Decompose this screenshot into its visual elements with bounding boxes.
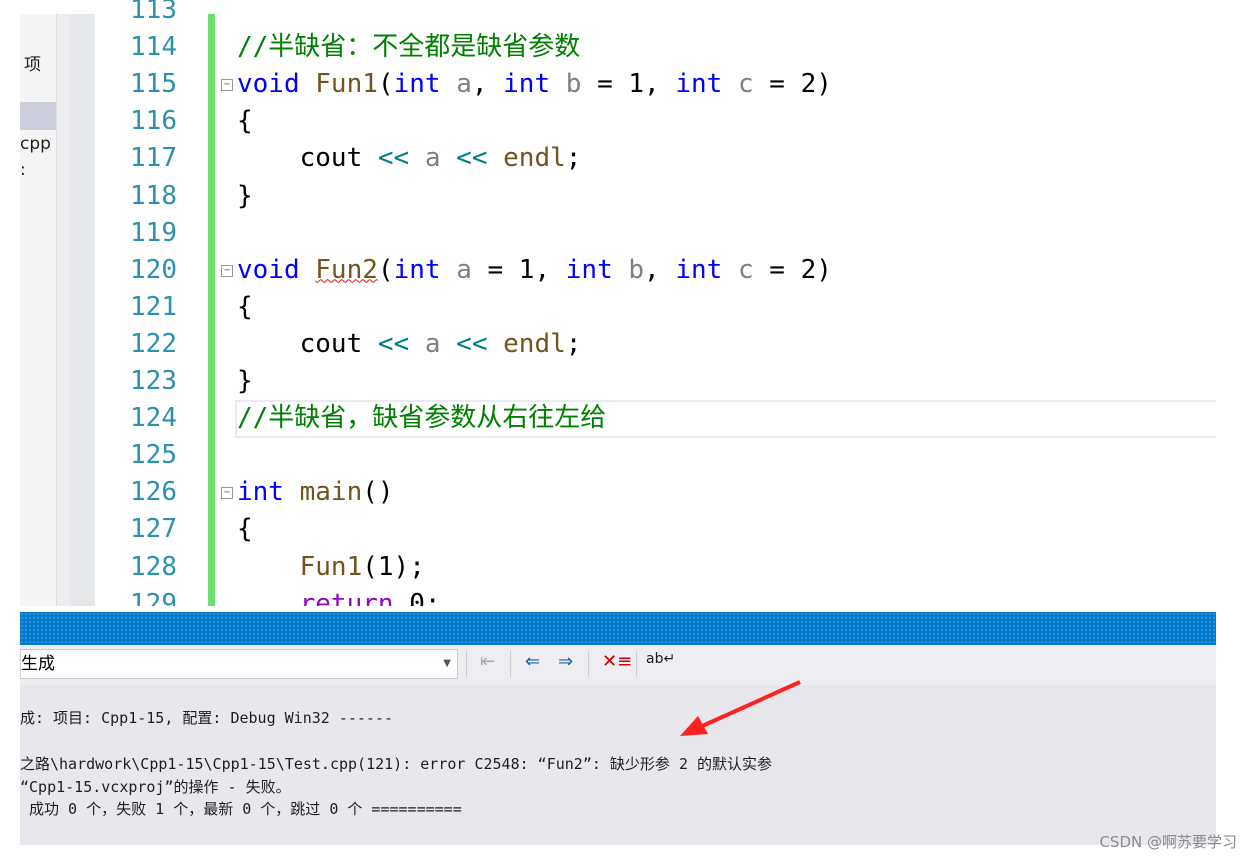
watermark: CSDN @啊苏要学习	[1099, 833, 1237, 851]
red-arrow-annotation	[680, 680, 801, 736]
